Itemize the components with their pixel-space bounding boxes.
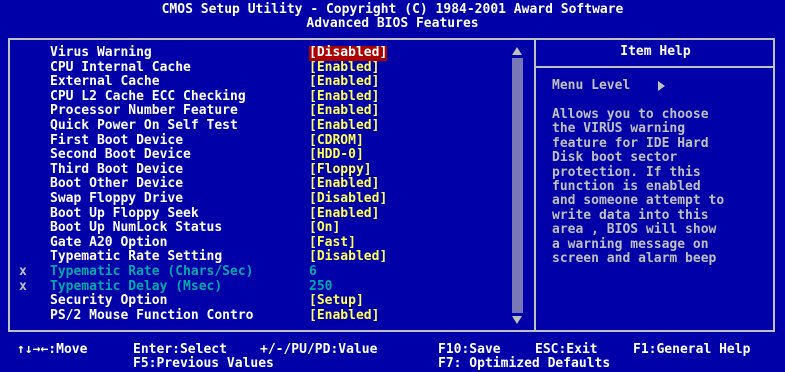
help-line: area , BIOS will show (552, 222, 717, 238)
key-f1-help: F1:General Help (633, 342, 751, 357)
setting-value[interactable]: [HDD-0] (309, 148, 364, 163)
setting-value[interactable]: [On] (309, 221, 340, 236)
setting-label: Processor Number Feature (50, 103, 238, 119)
setting-value[interactable]: [Enabled] (309, 177, 379, 192)
setting-cpu-internal-cache[interactable]: CPU Internal Cache [Enabled] (19, 59, 515, 76)
key-f5-previous: F5:Previous Values (133, 356, 274, 371)
help-text: Allows you to choose the VIRUS warning f… (552, 107, 772, 266)
setting-boot-other-device[interactable]: Boot Other Device [Enabled] (19, 177, 515, 192)
item-help-title: Item Help (620, 44, 691, 59)
header-title: CMOS Setup Utility - Copyright (C) 1984-… (161, 2, 624, 17)
setting-label: PS/2 Mouse Function Contro (50, 307, 254, 323)
panel-divider (534, 38, 536, 332)
setting-typematic-delay: x Typematic Delay (Msec) 250 (19, 278, 515, 295)
help-line: a warning message on (552, 236, 709, 252)
setting-value[interactable]: [Floppy] (309, 162, 372, 178)
help-line: and someone attempt to (552, 193, 725, 209)
setting-value[interactable]: [CDROM] (309, 133, 364, 149)
setting-swap-floppy-drive[interactable]: Swap Floppy Drive [Disabled] (19, 190, 515, 207)
settings-list: Virus Warning [Disabled] CPU Internal Ca… (19, 45, 515, 324)
setting-processor-number[interactable]: Processor Number Feature [Enabled] (19, 104, 515, 119)
help-line: Disk boot sector (552, 150, 678, 166)
setting-security-option[interactable]: Security Option [Setup] (19, 293, 515, 309)
setting-gate-a20[interactable]: Gate A20 Option [Fast] (19, 234, 515, 251)
setting-second-boot-device[interactable]: Second Boot Device [HDD-0] (19, 148, 515, 163)
setting-typematic-rate-setting[interactable]: Typematic Rate Setting [Disabled] (19, 250, 515, 265)
disabled-marker: x (19, 263, 27, 279)
setting-label: Boot Up NumLock Status (50, 220, 223, 236)
bios-screen: CMOS Setup Utility - Copyright (C) 1984-… (0, 0, 785, 371)
setting-value[interactable]: [Disabled] (309, 191, 387, 207)
disabled-marker: x (19, 278, 27, 294)
help-line: Allows you to choose (552, 107, 709, 122)
setting-label: Second Boot Device (50, 147, 191, 163)
setting-third-boot-device[interactable]: Third Boot Device [Floppy] (19, 161, 515, 178)
key-f7-defaults: F7: Optimized Defaults (438, 356, 611, 371)
setting-label: Typematic Rate Setting (50, 249, 223, 265)
page-title: Advanced BIOS Features (306, 16, 479, 31)
setting-label: Security Option (50, 293, 168, 309)
help-line: write data into this (552, 207, 709, 223)
setting-label: Typematic Delay (Msec) (50, 278, 223, 294)
setting-numlock-status[interactable]: Boot Up NumLock Status [On] (19, 221, 515, 236)
setting-label: Virus Warning (50, 45, 152, 60)
setting-label: CPU L2 Cache ECC Checking (50, 88, 246, 104)
setting-value[interactable]: [Fast] (309, 235, 356, 251)
setting-value[interactable]: [Disabled] (309, 250, 387, 265)
help-line: the VIRUS warning (552, 121, 686, 137)
setting-value: 6 (309, 263, 317, 279)
key-value: +/-/PU/PD:Value (260, 342, 378, 357)
setting-value[interactable]: [Enabled] (309, 206, 379, 222)
help-line: screen and alarm beep (552, 250, 717, 266)
setting-label: Boot Other Device (50, 176, 184, 192)
setting-value[interactable]: [Disabled] (309, 45, 388, 61)
menu-level-label: Menu Level (552, 78, 631, 93)
help-separator (536, 66, 775, 68)
setting-value[interactable]: [Setup] (309, 293, 364, 309)
setting-value[interactable]: [Enabled] (309, 308, 379, 324)
scroll-up-arrow-icon[interactable] (512, 47, 522, 55)
setting-label: Swap Floppy Drive (50, 190, 184, 206)
scrollbar[interactable] (512, 47, 523, 325)
header: CMOS Setup Utility - Copyright (C) 1984-… (0, 0, 785, 34)
setting-label: Quick Power On Self Test (50, 117, 238, 133)
setting-external-cache[interactable]: External Cache [Enabled] (19, 75, 515, 90)
setting-label: Third Boot Device (50, 161, 184, 177)
scroll-down-arrow-icon[interactable] (512, 316, 522, 324)
setting-label: Gate A20 Option (50, 234, 168, 250)
setting-value[interactable]: [Enabled] (309, 75, 379, 90)
setting-value[interactable]: [Enabled] (309, 89, 379, 105)
setting-virus-warning[interactable]: Virus Warning [Disabled] (19, 45, 515, 61)
setting-label: Boot Up Floppy Seek (50, 205, 199, 221)
setting-quick-post[interactable]: Quick Power On Self Test [Enabled] (19, 117, 515, 134)
setting-value[interactable]: [Enabled] (309, 60, 379, 76)
setting-label: First Boot Device (50, 132, 184, 148)
right-arrow-icon (658, 80, 666, 91)
key-legend: ↑↓→←:Move Enter:Select +/-/PU/PD:Value F… (0, 336, 785, 371)
setting-label: Typematic Rate (Chars/Sec) (50, 263, 254, 279)
help-line: protection. If this (552, 164, 701, 180)
setting-value[interactable]: [Enabled] (309, 104, 379, 119)
setting-typematic-rate: x Typematic Rate (Chars/Sec) 6 (19, 263, 515, 280)
key-move: ↑↓→←:Move (17, 342, 88, 357)
setting-first-boot-device[interactable]: First Boot Device [CDROM] (19, 132, 515, 149)
scroll-track[interactable] (512, 58, 523, 313)
setting-ps2-mouse-function[interactable]: PS/2 Mouse Function Contro [Enabled] (19, 307, 515, 324)
help-line: feature for IDE Hard (552, 135, 709, 151)
setting-value[interactable]: [Enabled] (309, 118, 379, 134)
menu-level: Menu Level (552, 78, 666, 94)
setting-label: External Cache (50, 74, 160, 90)
setting-boot-up-floppy-seek[interactable]: Boot Up Floppy Seek [Enabled] (19, 205, 515, 222)
setting-cpu-l2-cache-ecc[interactable]: CPU L2 Cache ECC Checking [Enabled] (19, 88, 515, 105)
setting-label: CPU Internal Cache (50, 59, 191, 75)
setting-value: 250 (309, 278, 333, 294)
help-line: function is enabled (552, 178, 701, 194)
